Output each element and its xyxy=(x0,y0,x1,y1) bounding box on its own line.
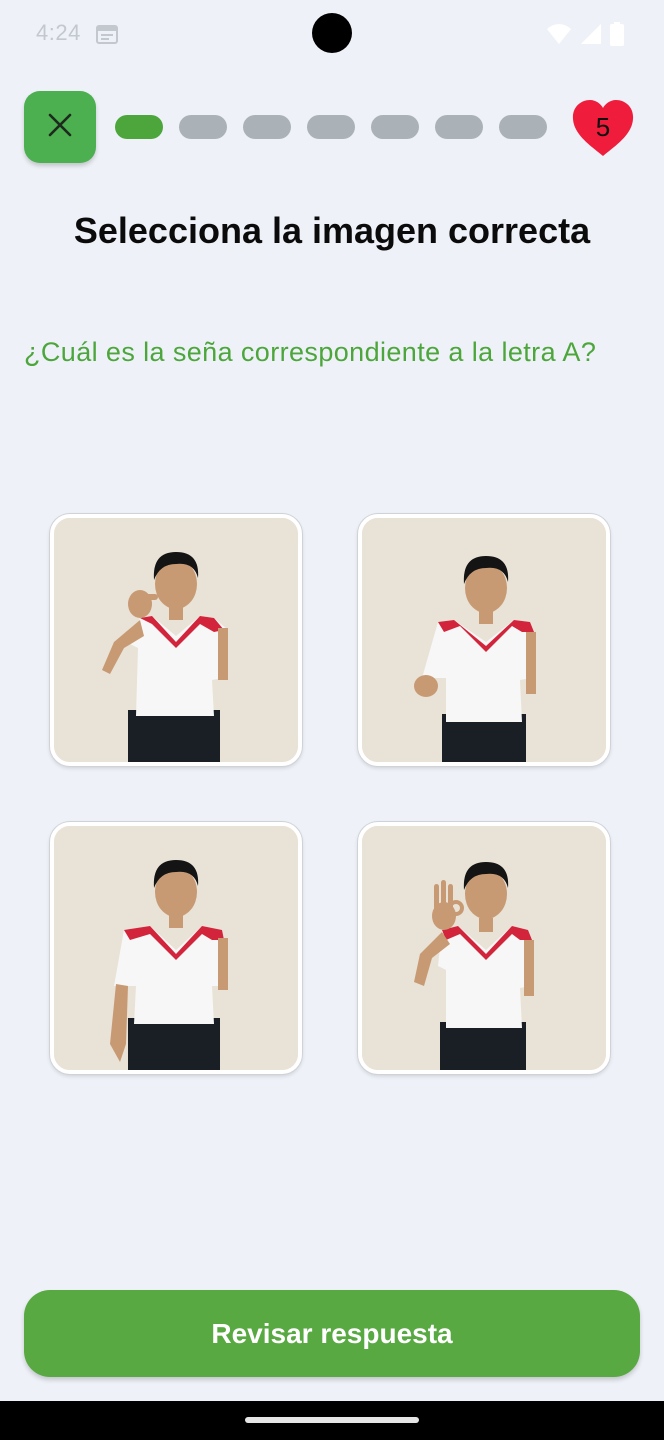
close-icon xyxy=(48,113,72,142)
camera-cutout xyxy=(312,13,352,53)
sign-photo-arms-down xyxy=(54,826,298,1070)
progress-segment-1 xyxy=(115,115,163,139)
status-time: 4:24 xyxy=(36,20,81,45)
lives-counter: 5 xyxy=(570,98,636,158)
navigation-bar xyxy=(0,1401,664,1440)
progress-segment-7 xyxy=(499,115,547,139)
home-indicator[interactable] xyxy=(245,1417,419,1423)
signal-icon xyxy=(580,23,602,50)
lives-count: 5 xyxy=(595,112,611,142)
check-answer-button[interactable]: Revisar respuesta xyxy=(24,1290,640,1377)
progress-segment-6 xyxy=(435,115,483,139)
close-button[interactable] xyxy=(24,91,96,163)
sign-photo-thumb-pointing xyxy=(54,518,298,762)
sign-photo-closed-hand-low xyxy=(362,518,606,762)
exercise-title: Selecciona la imagen correcta xyxy=(73,210,591,251)
answer-option-4[interactable] xyxy=(358,822,610,1074)
progress-bar xyxy=(115,115,547,139)
progress-segment-5 xyxy=(371,115,419,139)
sign-photo-ok-hand xyxy=(362,826,606,1070)
answer-option-1[interactable] xyxy=(50,514,302,766)
calendar-icon xyxy=(96,24,118,49)
progress-segment-2 xyxy=(179,115,227,139)
wifi-icon xyxy=(546,23,572,50)
answer-option-2[interactable] xyxy=(358,514,610,766)
status-bar: 4:24 xyxy=(0,0,664,68)
progress-segment-3 xyxy=(243,115,291,139)
exercise-question: ¿Cuál es la seña correspondiente a la le… xyxy=(24,337,597,367)
progress-segment-4 xyxy=(307,115,355,139)
battery-icon xyxy=(610,22,624,51)
answer-option-3[interactable] xyxy=(50,822,302,1074)
